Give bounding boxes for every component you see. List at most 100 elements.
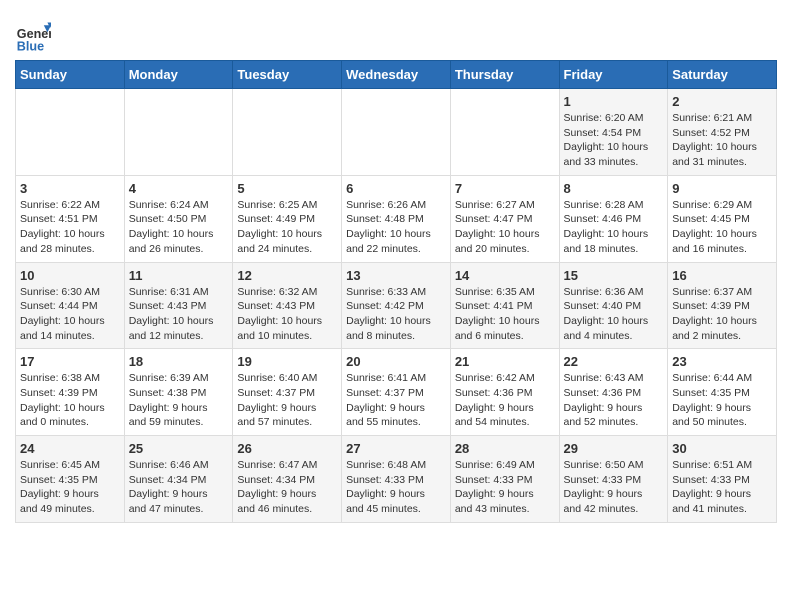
calendar-header: SundayMondayTuesdayWednesdayThursdayFrid… xyxy=(16,61,777,89)
weekday-header-tuesday: Tuesday xyxy=(233,61,342,89)
calendar-cell: 26Sunrise: 6:47 AM Sunset: 4:34 PM Dayli… xyxy=(233,436,342,523)
day-number: 4 xyxy=(129,181,229,196)
day-number: 6 xyxy=(346,181,446,196)
calendar-cell: 25 Sunrise: 6:46 AM Sunset: 4:34 PM Dayli… xyxy=(124,436,233,523)
calendar-cell: 14 Sunrise: 6:35 AM Sunset: 4:41 PM Dayli… xyxy=(450,262,559,349)
day-info: Sunrise: 6:47 AM Sunset: 4:34 PM Dayligh… xyxy=(237,458,337,517)
day-info: Sunrise: 6:43 AM Sunset: 4:36 PM Dayligh… xyxy=(564,371,664,430)
day-number: 14 xyxy=(455,268,555,283)
calendar-cell: 27Sunrise: 6:48 AM Sunset: 4:33 PM Dayli… xyxy=(342,436,451,523)
day-number: 12 xyxy=(237,268,337,283)
day-info: Sunrise: 6:35 AM Sunset: 4:41 PM Dayligh… xyxy=(455,285,555,344)
calendar-cell: 29 Sunrise: 6:50 AM Sunset: 4:33 PM Dayli… xyxy=(559,436,668,523)
calendar-cell: 16Sunrise: 6:37 AM Sunset: 4:39 PM Dayli… xyxy=(668,262,777,349)
day-number: 24 xyxy=(20,441,120,456)
calendar-week-2: 3 Sunrise: 6:22 AM Sunset: 4:51 PM Daylig… xyxy=(16,175,777,262)
day-number: 30 xyxy=(672,441,772,456)
day-number: 20 xyxy=(346,354,446,369)
day-info: Sunrise: 6:45 AM Sunset: 4:35 PM Dayligh… xyxy=(20,458,120,517)
day-info: Sunrise: 6:26 AM Sunset: 4:48 PM Dayligh… xyxy=(346,198,446,257)
calendar-cell: 24 Sunrise: 6:45 AM Sunset: 4:35 PM Dayli… xyxy=(16,436,125,523)
calendar-cell: 11Sunrise: 6:31 AM Sunset: 4:43 PM Dayli… xyxy=(124,262,233,349)
calendar-cell: 2Sunrise: 6:21 AM Sunset: 4:52 PM Daylig… xyxy=(668,89,777,176)
day-number: 7 xyxy=(455,181,555,196)
day-info: Sunrise: 6:38 AM Sunset: 4:39 PM Dayligh… xyxy=(20,371,120,430)
day-number: 10 xyxy=(20,268,120,283)
calendar-cell: 13 Sunrise: 6:33 AM Sunset: 4:42 PM Dayli… xyxy=(342,262,451,349)
day-number: 17 xyxy=(20,354,120,369)
day-number: 18 xyxy=(129,354,229,369)
calendar-cell: 8 Sunrise: 6:28 AM Sunset: 4:46 PM Daylig… xyxy=(559,175,668,262)
day-info: Sunrise: 6:28 AM Sunset: 4:46 PM Dayligh… xyxy=(564,198,664,257)
logo: General Blue xyxy=(15,18,55,54)
calendar-cell: 9 Sunrise: 6:29 AM Sunset: 4:45 PM Daylig… xyxy=(668,175,777,262)
day-info: Sunrise: 6:36 AM Sunset: 4:40 PM Dayligh… xyxy=(564,285,664,344)
calendar-cell: 30 Sunrise: 6:51 AM Sunset: 4:33 PM Dayli… xyxy=(668,436,777,523)
calendar-cell xyxy=(342,89,451,176)
day-info: Sunrise: 6:40 AM Sunset: 4:37 PM Dayligh… xyxy=(237,371,337,430)
calendar-cell: 12 Sunrise: 6:32 AM Sunset: 4:43 PM Dayli… xyxy=(233,262,342,349)
day-number: 23 xyxy=(672,354,772,369)
day-info: Sunrise: 6:22 AM Sunset: 4:51 PM Dayligh… xyxy=(20,198,120,257)
day-number: 21 xyxy=(455,354,555,369)
logo-icon: General Blue xyxy=(15,18,51,54)
calendar-cell: 17 Sunrise: 6:38 AM Sunset: 4:39 PM Dayli… xyxy=(16,349,125,436)
day-info: Sunrise: 6:32 AM Sunset: 4:43 PM Dayligh… xyxy=(237,285,337,344)
day-info: Sunrise: 6:24 AM Sunset: 4:50 PM Dayligh… xyxy=(129,198,229,257)
calendar-cell: 18 Sunrise: 6:39 AM Sunset: 4:38 PM Dayli… xyxy=(124,349,233,436)
day-number: 19 xyxy=(237,354,337,369)
calendar-week-3: 10 Sunrise: 6:30 AM Sunset: 4:44 PM Dayli… xyxy=(16,262,777,349)
day-number: 22 xyxy=(564,354,664,369)
calendar-week-5: 24 Sunrise: 6:45 AM Sunset: 4:35 PM Dayli… xyxy=(16,436,777,523)
day-info: Sunrise: 6:33 AM Sunset: 4:42 PM Dayligh… xyxy=(346,285,446,344)
day-info: Sunrise: 6:30 AM Sunset: 4:44 PM Dayligh… xyxy=(20,285,120,344)
calendar-cell: 23 Sunrise: 6:44 AM Sunset: 4:35 PM Dayli… xyxy=(668,349,777,436)
day-info: Sunrise: 6:20 AM Sunset: 4:54 PM Dayligh… xyxy=(564,111,664,170)
day-number: 3 xyxy=(20,181,120,196)
calendar-cell: 10 Sunrise: 6:30 AM Sunset: 4:44 PM Dayli… xyxy=(16,262,125,349)
calendar-cell xyxy=(233,89,342,176)
day-info: Sunrise: 6:46 AM Sunset: 4:34 PM Dayligh… xyxy=(129,458,229,517)
svg-text:Blue: Blue xyxy=(17,39,44,53)
day-number: 8 xyxy=(564,181,664,196)
day-info: Sunrise: 6:44 AM Sunset: 4:35 PM Dayligh… xyxy=(672,371,772,430)
day-info: Sunrise: 6:50 AM Sunset: 4:33 PM Dayligh… xyxy=(564,458,664,517)
day-info: Sunrise: 6:29 AM Sunset: 4:45 PM Dayligh… xyxy=(672,198,772,257)
calendar-cell xyxy=(450,89,559,176)
weekday-row: SundayMondayTuesdayWednesdayThursdayFrid… xyxy=(16,61,777,89)
day-number: 9 xyxy=(672,181,772,196)
calendar-cell: 19 Sunrise: 6:40 AM Sunset: 4:37 PM Dayli… xyxy=(233,349,342,436)
calendar-week-1: 1 Sunrise: 6:20 AM Sunset: 4:54 PM Daylig… xyxy=(16,89,777,176)
day-number: 28 xyxy=(455,441,555,456)
day-info: Sunrise: 6:39 AM Sunset: 4:38 PM Dayligh… xyxy=(129,371,229,430)
day-info: Sunrise: 6:31 AM Sunset: 4:43 PM Dayligh… xyxy=(129,285,229,344)
day-info: Sunrise: 6:42 AM Sunset: 4:36 PM Dayligh… xyxy=(455,371,555,430)
calendar-cell xyxy=(124,89,233,176)
calendar-cell: 6 Sunrise: 6:26 AM Sunset: 4:48 PM Daylig… xyxy=(342,175,451,262)
calendar-cell: 22 Sunrise: 6:43 AM Sunset: 4:36 PM Dayli… xyxy=(559,349,668,436)
calendar-cell: 3 Sunrise: 6:22 AM Sunset: 4:51 PM Daylig… xyxy=(16,175,125,262)
weekday-header-thursday: Thursday xyxy=(450,61,559,89)
day-info: Sunrise: 6:41 AM Sunset: 4:37 PM Dayligh… xyxy=(346,371,446,430)
page-header: General Blue xyxy=(15,10,777,54)
day-number: 29 xyxy=(564,441,664,456)
day-number: 13 xyxy=(346,268,446,283)
weekday-header-wednesday: Wednesday xyxy=(342,61,451,89)
weekday-header-friday: Friday xyxy=(559,61,668,89)
day-number: 1 xyxy=(564,94,664,109)
day-number: 27 xyxy=(346,441,446,456)
calendar-cell: 1 Sunrise: 6:20 AM Sunset: 4:54 PM Daylig… xyxy=(559,89,668,176)
day-number: 2 xyxy=(672,94,772,109)
calendar-cell: 28 Sunrise: 6:49 AM Sunset: 4:33 PM Dayli… xyxy=(450,436,559,523)
weekday-header-saturday: Saturday xyxy=(668,61,777,89)
calendar-cell: 21 Sunrise: 6:42 AM Sunset: 4:36 PM Dayli… xyxy=(450,349,559,436)
day-info: Sunrise: 6:25 AM Sunset: 4:49 PM Dayligh… xyxy=(237,198,337,257)
calendar-cell: 20 Sunrise: 6:41 AM Sunset: 4:37 PM Dayli… xyxy=(342,349,451,436)
day-info: Sunrise: 6:37 AM Sunset: 4:39 PM Dayligh… xyxy=(672,285,772,344)
calendar-cell: 4 Sunrise: 6:24 AM Sunset: 4:50 PM Daylig… xyxy=(124,175,233,262)
day-info: Sunrise: 6:49 AM Sunset: 4:33 PM Dayligh… xyxy=(455,458,555,517)
calendar-cell: 15Sunrise: 6:36 AM Sunset: 4:40 PM Dayli… xyxy=(559,262,668,349)
day-number: 25 xyxy=(129,441,229,456)
weekday-header-monday: Monday xyxy=(124,61,233,89)
day-info: Sunrise: 6:51 AM Sunset: 4:33 PM Dayligh… xyxy=(672,458,772,517)
